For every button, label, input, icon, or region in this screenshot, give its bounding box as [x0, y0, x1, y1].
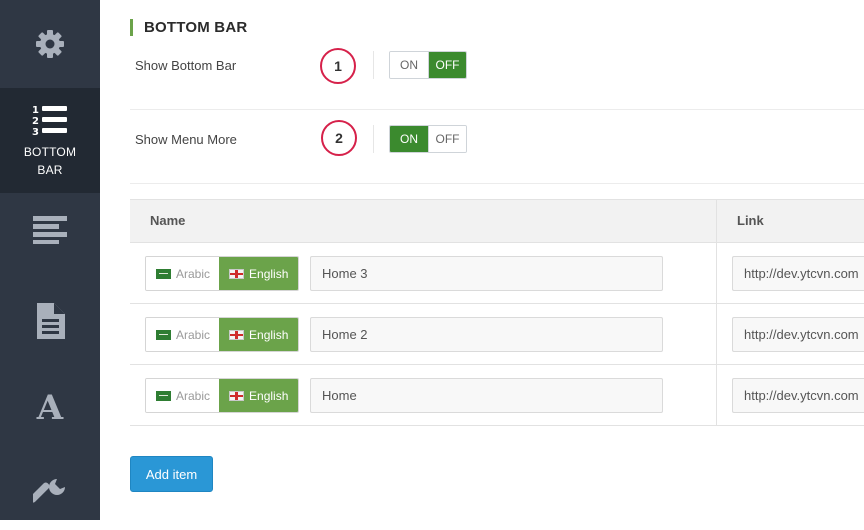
- saudi-flag-icon: [156, 329, 171, 340]
- language-arabic-button[interactable]: Arabic: [146, 318, 220, 351]
- language-label: English: [249, 388, 289, 403]
- font-icon: A: [36, 388, 64, 428]
- language-arabic-button[interactable]: Arabic: [146, 257, 220, 290]
- divider: [373, 51, 374, 79]
- language-arabic-button[interactable]: Arabic: [146, 379, 220, 412]
- show-bottom-bar-toggle: ON OFF: [389, 51, 467, 79]
- align-left-icon: [33, 216, 67, 244]
- language-switcher: Arabic English: [145, 317, 300, 352]
- item-link-input[interactable]: [732, 378, 864, 413]
- show-bottom-bar-on-button[interactable]: ON: [390, 52, 428, 78]
- document-icon: [37, 303, 65, 339]
- language-label: Arabic: [176, 327, 211, 342]
- show-menu-more-on-button[interactable]: ON: [390, 126, 428, 152]
- svg-text:3: 3: [32, 127, 39, 137]
- numbered-list-icon: 1 2 3: [32, 105, 67, 137]
- language-english-button[interactable]: English: [219, 257, 299, 290]
- divider: [130, 109, 864, 110]
- column-header-name: Name: [150, 213, 186, 228]
- table-row: Arabic English: [130, 243, 864, 304]
- svg-text:1: 1: [32, 105, 39, 116]
- annotation-badge-2: 2: [321, 120, 357, 156]
- column-header-link: Link: [737, 213, 764, 228]
- language-label: Arabic: [176, 388, 211, 403]
- language-english-button[interactable]: English: [219, 318, 299, 351]
- show-menu-more-toggle: ON OFF: [389, 125, 467, 153]
- table-row: Arabic English: [130, 304, 864, 365]
- column-divider: [716, 365, 717, 425]
- language-label: English: [249, 266, 289, 281]
- table-header: Name Link: [130, 200, 864, 243]
- sidebar-item-label: BOTTOM BAR: [23, 144, 77, 177]
- language-label: English: [249, 327, 289, 342]
- sidebar-item-tools[interactable]: [0, 458, 100, 530]
- gear-icon: [36, 30, 64, 58]
- add-item-button[interactable]: Add item: [130, 456, 213, 492]
- item-name-input[interactable]: [310, 256, 663, 291]
- column-divider: [716, 243, 717, 303]
- uk-flag-icon: [229, 329, 245, 340]
- language-switcher: Arabic English: [145, 378, 300, 413]
- column-divider: [716, 200, 717, 242]
- sidebar-item-layout[interactable]: [0, 193, 100, 265]
- sidebar-item-settings[interactable]: [0, 0, 100, 88]
- sidebar: 1 2 3 BOTTOM BAR A: [0, 0, 100, 520]
- show-bottom-bar-off-button[interactable]: OFF: [428, 52, 466, 78]
- divider: [373, 125, 374, 153]
- section-title: BOTTOM BAR: [130, 19, 247, 36]
- menu-items-table: Name Link Arabic English Arabic English: [130, 199, 864, 426]
- table-row: Arabic English: [130, 365, 864, 426]
- sidebar-item-typography[interactable]: A: [0, 372, 100, 444]
- item-link-input[interactable]: [732, 317, 864, 352]
- language-label: Arabic: [176, 266, 211, 281]
- item-name-input[interactable]: [310, 317, 663, 352]
- saudi-flag-icon: [156, 390, 171, 401]
- uk-flag-icon: [229, 268, 245, 279]
- show-menu-more-label: Show Menu More: [135, 132, 237, 147]
- show-menu-more-off-button[interactable]: OFF: [428, 126, 466, 152]
- uk-flag-icon: [229, 390, 245, 401]
- item-name-input[interactable]: [310, 378, 663, 413]
- annotation-badge-1: 1: [320, 48, 356, 84]
- language-switcher: Arabic English: [145, 256, 300, 291]
- sidebar-item-pages[interactable]: [0, 285, 100, 357]
- saudi-flag-icon: [156, 268, 171, 279]
- sidebar-item-bottom-bar[interactable]: 1 2 3 BOTTOM BAR: [0, 88, 100, 193]
- item-link-input[interactable]: [732, 256, 864, 291]
- language-english-button[interactable]: English: [219, 379, 299, 412]
- column-divider: [716, 304, 717, 364]
- show-bottom-bar-label: Show Bottom Bar: [135, 58, 237, 73]
- svg-text:2: 2: [32, 116, 39, 127]
- main-panel: BOTTOM BAR Show Bottom Bar 1 ON OFF Show…: [100, 0, 864, 520]
- wrench-icon: [33, 479, 65, 503]
- divider: [130, 183, 864, 184]
